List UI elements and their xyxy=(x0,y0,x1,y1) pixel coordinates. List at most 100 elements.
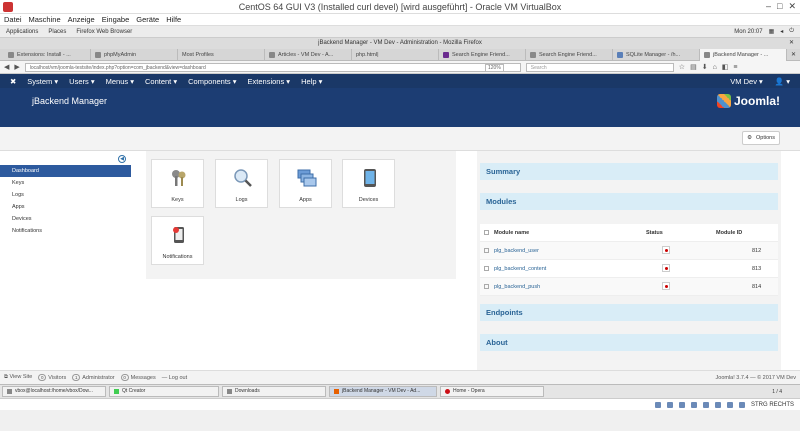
messages-link[interactable]: 0 Messages xyxy=(120,374,156,381)
maximize-button[interactable]: □ xyxy=(777,1,782,12)
tile-apps[interactable]: Apps xyxy=(279,159,332,208)
modules-header[interactable]: Modules xyxy=(480,193,778,210)
menu-components[interactable]: Components ▾ xyxy=(188,77,236,86)
power-icon[interactable]: ⏻ xyxy=(789,28,794,35)
row-checkbox[interactable] xyxy=(480,248,494,253)
addon-icon[interactable]: ◧ xyxy=(722,63,729,71)
status-disabled-icon[interactable] xyxy=(662,263,670,272)
sidebar-item-notifications[interactable]: Notifications xyxy=(0,225,131,237)
menu-datei[interactable]: Datei xyxy=(4,15,22,24)
administrator-link[interactable]: 1 Administrator xyxy=(72,374,115,381)
sidebar-item-devices[interactable]: Devices xyxy=(0,213,131,225)
menu-anzeige[interactable]: Anzeige xyxy=(68,15,95,24)
select-all-checkbox[interactable] xyxy=(480,230,494,235)
tile-notifications[interactable]: Notifications xyxy=(151,216,204,265)
places-menu[interactable]: Places xyxy=(48,29,66,35)
tab-extensions[interactable]: Extensions: Install - ... xyxy=(4,49,91,61)
gnome-taskbar: vbox@localhost:/home/vbox/Dow... Qt Crea… xyxy=(0,384,800,398)
tab-sqlite[interactable]: SQLite Manager - /h... xyxy=(613,49,700,61)
menu-extensions[interactable]: Extensions ▾ xyxy=(248,77,291,86)
tile-devices[interactable]: Devices xyxy=(342,159,395,208)
status-disabled-icon[interactable] xyxy=(662,245,670,254)
options-button[interactable]: ⚙ Options xyxy=(742,131,780,145)
user-icon[interactable]: 👤 ▾ xyxy=(775,77,790,86)
menu-hilfe[interactable]: Hilfe xyxy=(166,15,181,24)
module-name-link[interactable]: plg_backend_push xyxy=(494,284,646,290)
tile-keys[interactable]: Keys xyxy=(151,159,204,208)
menu-system[interactable]: System ▾ xyxy=(27,77,58,86)
status-disabled-icon[interactable] xyxy=(662,281,670,290)
endpoints-header[interactable]: Endpoints xyxy=(480,304,778,321)
close-button[interactable]: ✕ xyxy=(788,1,796,12)
task-terminal[interactable]: vbox@localhost:/home/vbox/Dow... xyxy=(2,386,106,397)
network-icon[interactable]: ▦ xyxy=(769,28,775,35)
optical-drive-icon[interactable] xyxy=(666,401,673,408)
search-input[interactable]: Search xyxy=(525,62,674,72)
firefox-close-icon[interactable]: ✕ xyxy=(789,38,794,49)
mouse-integration-icon[interactable] xyxy=(738,401,745,408)
menu-users[interactable]: Users ▾ xyxy=(69,77,94,86)
task-downloads[interactable]: Downloads xyxy=(222,386,326,397)
download-icon[interactable]: ⬇ xyxy=(702,63,708,71)
joomla-nav-icon[interactable]: ✖ xyxy=(10,77,16,86)
clock[interactable]: Mon 20:07 xyxy=(734,29,762,35)
url-text: localhost/vm/joomla-testsite/index.php?o… xyxy=(29,64,206,71)
workspace-indicator[interactable]: 1 / 4 xyxy=(772,389,782,395)
module-id: 814 xyxy=(752,283,762,290)
task-firefox[interactable]: jBackend Manager - VM Dev - Ad... xyxy=(329,386,437,397)
tab-sef-2[interactable]: Search Engine Friend... xyxy=(526,49,613,61)
tab-jbackend[interactable]: jBackend Manager - ... xyxy=(700,49,787,61)
row-checkbox[interactable] xyxy=(480,266,494,271)
tab-php-html[interactable]: php.html| xyxy=(352,49,439,61)
menu-geraete[interactable]: Geräte xyxy=(136,15,159,24)
audio-icon[interactable] xyxy=(678,401,685,408)
menu-eingabe[interactable]: Eingabe xyxy=(102,15,130,24)
firefox-app-menu[interactable]: Firefox Web Browser xyxy=(76,29,132,35)
tablet-icon xyxy=(364,169,376,187)
hamburger-menu-icon[interactable]: ≡ xyxy=(733,64,737,71)
forward-icon[interactable]: ▶ xyxy=(14,63,19,71)
sidebar-item-dashboard[interactable]: Dashboard xyxy=(0,165,131,177)
task-opera[interactable]: Home - Opera xyxy=(440,386,544,397)
module-id: 813 xyxy=(752,265,762,272)
home-icon[interactable]: ⌂ xyxy=(713,64,717,71)
menu-content[interactable]: Content ▾ xyxy=(145,77,177,86)
tab-profiles[interactable]: Most Profiles xyxy=(178,49,265,61)
view-site-link[interactable]: ⧉ View Site xyxy=(4,374,32,381)
sidebar-item-keys[interactable]: Keys xyxy=(0,177,131,189)
display-icon[interactable] xyxy=(726,401,733,408)
applications-menu[interactable]: Applications xyxy=(6,29,38,35)
tab-phpmyadmin[interactable]: phpMyAdmin xyxy=(91,49,178,61)
menu-maschine[interactable]: Maschine xyxy=(29,15,61,24)
minimize-button[interactable]: – xyxy=(766,1,771,12)
sidebar-item-apps[interactable]: Apps xyxy=(0,201,131,213)
bookmark-star-icon[interactable]: ☆ xyxy=(679,63,685,71)
network-icon[interactable] xyxy=(690,401,697,408)
tab-sef-1[interactable]: Search Engine Friend... xyxy=(439,49,526,61)
back-icon[interactable]: ◀ xyxy=(4,63,9,71)
row-checkbox[interactable] xyxy=(480,284,494,289)
summary-header[interactable]: Summary xyxy=(480,163,778,180)
menu-help[interactable]: Help ▾ xyxy=(301,77,322,86)
visitors-link[interactable]: 0 Visitors xyxy=(38,374,66,381)
zoom-indicator[interactable]: 120% xyxy=(484,63,504,72)
module-name-link[interactable]: plg_backend_content xyxy=(494,266,646,272)
tab-articles[interactable]: Articles - VM Dev - A... xyxy=(265,49,352,61)
hdd-icon[interactable] xyxy=(654,401,661,408)
usb-icon[interactable] xyxy=(702,401,709,408)
tab-close-icon[interactable]: ✕ xyxy=(787,49,800,60)
task-qtcreator[interactable]: Qt Creator xyxy=(109,386,219,397)
volume-icon[interactable]: ◂ xyxy=(780,28,783,35)
shared-folder-icon[interactable] xyxy=(714,401,721,408)
tile-logs[interactable]: Logs xyxy=(215,159,268,208)
module-name-link[interactable]: plg_backend_user xyxy=(494,248,646,254)
bookmarks-icon[interactable]: ▤ xyxy=(690,63,697,71)
sidebar-toggle-icon[interactable]: ◀ xyxy=(118,155,126,163)
sidebar-item-logs[interactable]: Logs xyxy=(0,189,131,201)
about-header[interactable]: About xyxy=(480,334,778,351)
logout-link[interactable]: — Log out xyxy=(162,375,187,381)
joomla-logo: Joomla! xyxy=(716,94,780,108)
site-menu[interactable]: VM Dev ▾ xyxy=(730,77,763,86)
menu-menus[interactable]: Menus ▾ xyxy=(106,77,134,86)
url-bar[interactable]: localhost/vm/joomla-testsite/index.php?o… xyxy=(24,62,521,72)
